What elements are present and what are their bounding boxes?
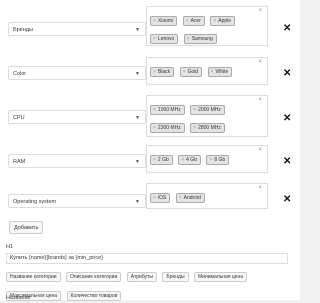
- attribute-select[interactable]: RAM ▼: [8, 154, 146, 168]
- attribute-select-value: CPU: [13, 115, 25, 121]
- attribute-values-field[interactable]: × Xiaomi × Acer × Apple × Lenovo × Samsung ×: [146, 6, 268, 46]
- attribute-select[interactable]: Operating system ▼: [8, 194, 146, 208]
- value-tag: × Samsung: [183, 34, 217, 44]
- remove-tag-icon[interactable]: ×: [193, 107, 196, 113]
- remove-row-icon[interactable]: ✕: [283, 68, 291, 79]
- remove-tag-icon[interactable]: ×: [209, 157, 212, 163]
- remove-tag-icon[interactable]: ×: [187, 36, 190, 42]
- clear-all-icon[interactable]: ×: [258, 147, 262, 153]
- remove-tag-icon[interactable]: ×: [153, 195, 156, 201]
- value-tag: × Xiaomi: [150, 16, 178, 26]
- template-variable-buttons: Название категории Описание категории Ат…: [6, 265, 296, 303]
- attribute-select-value: RAM: [13, 159, 26, 165]
- remove-tag-icon[interactable]: ×: [186, 18, 189, 24]
- value-tag: × White: [207, 67, 233, 77]
- value-tag: × Black: [150, 67, 175, 77]
- clear-all-icon[interactable]: ×: [258, 97, 262, 103]
- chevron-down-icon: ▼: [135, 199, 140, 205]
- attribute-select-value: Бренды: [13, 27, 33, 33]
- variable-button[interactable]: Атрибуты: [126, 272, 157, 282]
- clear-all-icon[interactable]: ×: [258, 59, 262, 65]
- remove-tag-icon[interactable]: ×: [153, 69, 156, 75]
- remove-tag-icon[interactable]: ×: [179, 195, 182, 201]
- remove-tag-icon[interactable]: ×: [153, 36, 156, 42]
- variable-button[interactable]: Минимальная цена: [194, 272, 248, 282]
- value-tag: × 2800 MHz: [190, 123, 225, 133]
- clear-all-icon[interactable]: ×: [258, 185, 262, 191]
- remove-tag-icon[interactable]: ×: [153, 107, 156, 113]
- value-tag: × 2 Gb: [150, 155, 173, 165]
- chevron-down-icon: ▼: [135, 159, 140, 165]
- variable-button[interactable]: Название категории: [6, 272, 61, 282]
- variable-button[interactable]: Описание категории: [66, 272, 122, 282]
- remove-row-icon[interactable]: ✕: [283, 113, 291, 124]
- chevron-down-icon: ▼: [135, 71, 140, 77]
- remove-tag-icon[interactable]: ×: [153, 157, 156, 163]
- value-tag: × 8 Gb: [206, 155, 230, 165]
- chevron-down-icon: ▼: [135, 115, 140, 121]
- value-tag: × Gold: [179, 67, 203, 77]
- next-field-label: Название: [6, 295, 31, 301]
- value-tag: × iOS: [150, 193, 171, 203]
- value-tag: × 4 Gb: [178, 155, 201, 165]
- value-tag: × 1000 MHz: [150, 105, 185, 115]
- attribute-select-value: Operating system: [13, 199, 57, 205]
- attribute-select[interactable]: Color ▼: [8, 66, 146, 80]
- attribute-select[interactable]: CPU ▼: [8, 110, 146, 124]
- value-tag: × Android: [175, 193, 205, 203]
- h1-label: H1: [6, 244, 14, 250]
- value-tag: × Lenovo: [150, 34, 179, 44]
- remove-tag-icon[interactable]: ×: [153, 18, 156, 24]
- value-tag: × Apple: [210, 16, 236, 26]
- value-tag: × Acer: [182, 16, 205, 26]
- attribute-values-field[interactable]: × iOS × Android ×: [146, 183, 268, 209]
- variable-button[interactable]: Бренды: [162, 272, 189, 282]
- clear-all-icon[interactable]: ×: [258, 8, 262, 14]
- remove-row-icon[interactable]: ✕: [283, 23, 291, 34]
- remove-tag-icon[interactable]: ×: [213, 18, 216, 24]
- h1-template-input[interactable]: Купить {name}{brands} за {min_price}: [6, 253, 288, 264]
- remove-tag-icon[interactable]: ×: [193, 125, 196, 131]
- remove-row-icon[interactable]: ✕: [283, 156, 291, 167]
- value-tag: × 2000 MHz: [190, 105, 225, 115]
- remove-tag-icon[interactable]: ×: [183, 69, 186, 75]
- attribute-select-value: Color: [13, 71, 27, 77]
- attribute-select[interactable]: Бренды ▼: [8, 22, 146, 36]
- attribute-values-field[interactable]: × 2 Gb × 4 Gb × 8 Gb ×: [146, 145, 268, 173]
- value-tag: × 2300 MHz: [150, 123, 185, 133]
- chevron-down-icon: ▼: [135, 27, 140, 33]
- remove-tag-icon[interactable]: ×: [211, 69, 214, 75]
- remove-tag-icon[interactable]: ×: [153, 125, 156, 131]
- attribute-values-field[interactable]: × Black × Gold × White ×: [146, 57, 268, 85]
- attribute-values-field[interactable]: × 1000 MHz × 2000 MHz × 2300 MHz × 2800 MHz …: [146, 95, 268, 137]
- remove-row-icon[interactable]: ✕: [283, 194, 291, 205]
- add-attribute-button[interactable]: Добавить: [9, 221, 44, 234]
- category-settings-panel: Бренды ▼ × Xiaomi × Acer × Apple × Lenovo × S…: [0, 0, 300, 303]
- remove-tag-icon[interactable]: ×: [181, 157, 184, 163]
